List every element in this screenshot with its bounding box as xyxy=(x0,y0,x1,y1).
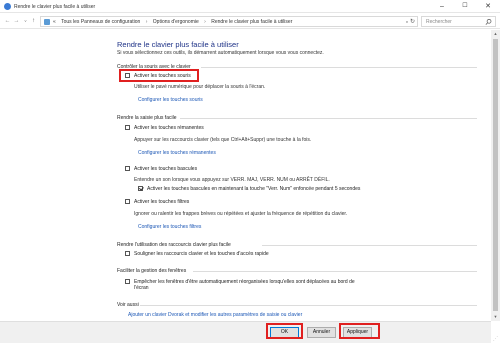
prevent-arrange-checkbox[interactable] xyxy=(125,279,130,284)
filter-keys-checkbox[interactable] xyxy=(125,199,130,204)
prevent-arrange-label[interactable]: Empêcher les fenêtres d'être automatique… xyxy=(134,279,355,285)
section-heading-shortcuts: Rendre l'utilisation des raccourcis clav… xyxy=(117,242,231,248)
scroll-down-icon[interactable]: ▼ xyxy=(491,313,500,321)
filter-keys-settings-link[interactable]: Configurer les touches filtres xyxy=(138,224,201,230)
breadcrumb: « Tous les Panneaux de configuration › O… xyxy=(53,19,296,25)
breadcrumb-item-ease-of-access[interactable]: Options d'ergonomie xyxy=(153,19,199,25)
sticky-keys-settings-link[interactable]: Configurer les touches rémanentes xyxy=(138,150,216,156)
title-bar: Rendre le clavier plus facile à utiliser… xyxy=(0,0,500,13)
section-heading-windows: Faciliter la gestion des fenêtres xyxy=(117,268,187,274)
toggle-keys-numlock-label[interactable]: Activer les touches bascules en maintena… xyxy=(147,186,360,192)
address-bar[interactable]: « Tous les Panneaux de configuration › O… xyxy=(40,16,418,27)
refresh-icon[interactable]: ↻ xyxy=(410,18,415,25)
sticky-keys-checkbox[interactable] xyxy=(125,125,130,130)
cancel-button[interactable]: Annuler xyxy=(307,327,336,338)
mouse-keys-settings-link[interactable]: Configurer les touches souris xyxy=(138,97,203,103)
page-description: Si vous sélectionnez ces outils, ils dém… xyxy=(117,50,324,56)
sticky-keys-note: Appuyer sur les raccourcis clavier (tels… xyxy=(134,137,312,143)
prevent-arrange-label-continued[interactable]: l'écran xyxy=(134,285,149,291)
underline-shortcuts-label[interactable]: Souligner les raccourcis clavier et les … xyxy=(134,251,269,257)
scrollbar-thumb[interactable] xyxy=(493,39,498,311)
underline-shortcuts-checkbox[interactable] xyxy=(125,251,130,256)
minimize-button[interactable]: – xyxy=(432,0,452,13)
sticky-keys-label[interactable]: Activer les touches rémanentes xyxy=(134,125,204,131)
page-title: Rendre le clavier plus facile à utiliser xyxy=(117,40,239,49)
maximize-button[interactable]: ☐ xyxy=(455,0,475,13)
ok-button-highlight xyxy=(266,323,303,339)
control-panel-small-icon xyxy=(44,19,50,25)
toggle-keys-label[interactable]: Activer les touches bascules xyxy=(134,166,197,172)
apply-button-highlight xyxy=(339,323,380,339)
resize-grip-icon[interactable]: ⋰ xyxy=(493,336,499,342)
search-icon xyxy=(485,18,492,25)
section-divider xyxy=(140,305,477,306)
section-heading-typing: Rendre la saisie plus facile xyxy=(117,115,177,121)
dvorak-settings-link[interactable]: Ajouter un clavier Dvorak et modifier le… xyxy=(128,312,302,318)
section-divider xyxy=(201,67,477,68)
scroll-up-icon[interactable]: ▲ xyxy=(491,30,500,38)
forward-arrow-icon[interactable]: → xyxy=(12,16,21,26)
toggle-keys-note: Entendre un son lorsque vous appuyez sur… xyxy=(134,177,330,183)
breadcrumb-separator[interactable]: › xyxy=(146,19,148,25)
up-arrow-icon[interactable]: ↑ xyxy=(29,16,38,26)
toggle-keys-checkbox[interactable] xyxy=(125,166,130,171)
section-divider xyxy=(262,245,477,246)
breadcrumb-item-current[interactable]: Rendre le clavier plus facile à utiliser xyxy=(211,19,292,25)
mouse-keys-highlight xyxy=(119,69,199,82)
close-button[interactable]: ✕ xyxy=(478,0,498,13)
search-placeholder: Rechercher xyxy=(426,19,452,25)
window-title: Rendre le clavier plus facile à utiliser xyxy=(14,4,96,10)
breadcrumb-prefix[interactable]: « xyxy=(53,19,56,25)
vertical-scrollbar[interactable]: ▲ ▼ xyxy=(491,30,500,321)
filter-keys-label[interactable]: Activer les touches filtres xyxy=(134,199,189,205)
navigation-bar: ← → v ↑ « Tous les Panneaux de configura… xyxy=(0,14,500,29)
control-panel-icon xyxy=(4,3,11,10)
mouse-keys-note: Utiliser le pavé numérique pour déplacer… xyxy=(134,84,266,90)
search-input[interactable]: Rechercher xyxy=(421,16,496,27)
address-chevron-icon[interactable]: v xyxy=(406,19,408,24)
breadcrumb-item-all-control-panel[interactable]: Tous les Panneaux de configuration xyxy=(61,19,140,25)
breadcrumb-separator[interactable]: › xyxy=(204,19,206,25)
toggle-keys-numlock-checkbox[interactable] xyxy=(138,186,143,191)
section-divider xyxy=(193,271,477,272)
back-arrow-icon[interactable]: ← xyxy=(3,16,12,26)
content-pane xyxy=(0,30,491,321)
dialog-footer: OK Annuler Appliquer xyxy=(0,321,491,343)
section-heading-see-also: Voir aussi xyxy=(117,302,139,308)
filter-keys-note: Ignorer ou ralentir les frappes brèves o… xyxy=(134,211,348,217)
section-divider xyxy=(180,118,477,119)
